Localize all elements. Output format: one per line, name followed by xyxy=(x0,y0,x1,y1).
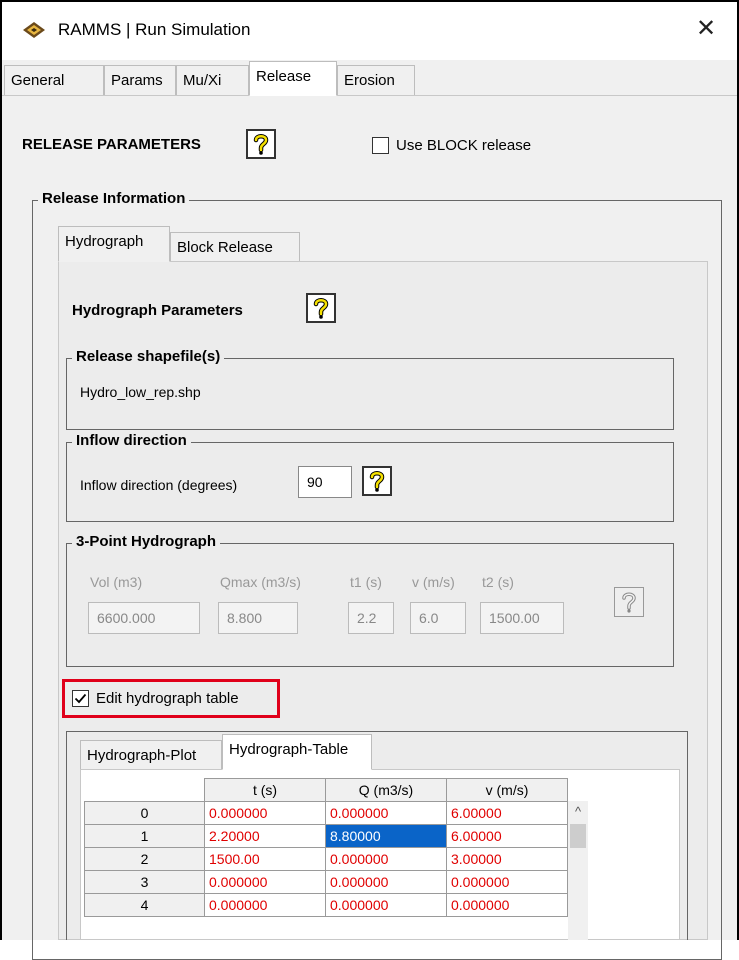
table-cell[interactable]: 0.000000 xyxy=(325,870,447,894)
use-block-release-label: Use BLOCK release xyxy=(396,137,532,154)
help-question-icon xyxy=(622,592,636,613)
table-cell[interactable]: 0.000000 xyxy=(446,870,568,894)
t2-input[interactable]: 1500.00 xyxy=(480,602,564,634)
column-header-q[interactable]: Q (m3/s) xyxy=(325,778,447,802)
close-button[interactable]: ✕ xyxy=(688,14,724,44)
table-cell[interactable]: 0.000000 xyxy=(325,847,447,871)
v-label: v (m/s) xyxy=(412,574,455,590)
table-cell[interactable]: 1500.00 xyxy=(204,847,326,871)
qmax-label: Qmax (m3/s) xyxy=(220,574,301,590)
release-information-legend: Release Information xyxy=(38,190,190,207)
table-cell[interactable]: 0.000000 xyxy=(204,893,326,917)
tab-mu-xi[interactable]: Mu/Xi xyxy=(176,65,249,95)
table-cell[interactable]: 0.000000 xyxy=(325,893,447,917)
t1-label: t1 (s) xyxy=(350,574,382,590)
column-header-t[interactable]: t (s) xyxy=(204,778,326,802)
qmax-input[interactable]: 8.800 xyxy=(218,602,298,634)
table-cell[interactable]: 3.00000 xyxy=(446,847,568,871)
use-block-release-checkbox[interactable] xyxy=(372,137,389,154)
subtab-hydrograph[interactable]: Hydrograph xyxy=(58,226,170,262)
tab-erosion[interactable]: Erosion xyxy=(337,65,415,95)
row-header[interactable]: 3 xyxy=(84,870,205,894)
vol-input[interactable]: 6600.000 xyxy=(88,602,200,634)
vol-label: Vol (m3) xyxy=(90,574,143,590)
table-cell[interactable]: 0.000000 xyxy=(446,893,568,917)
table-cell[interactable]: 6.00000 xyxy=(446,824,568,848)
v-input[interactable]: 6.0 xyxy=(410,602,466,634)
row-header[interactable]: 1 xyxy=(84,824,205,848)
inflow-direction-legend: Inflow direction xyxy=(72,432,191,449)
inflow-direction-input[interactable]: 90 xyxy=(298,466,352,498)
highlight-annotation-box xyxy=(62,679,280,718)
table-cell-selected[interactable]: 8.80000 xyxy=(325,824,447,848)
hydrograph-help-button[interactable] xyxy=(306,293,336,323)
three-point-help-button[interactable] xyxy=(614,587,644,617)
ramms-app-icon xyxy=(22,21,46,42)
subtab-block-release[interactable]: Block Release xyxy=(170,232,300,262)
tab-params[interactable]: Params xyxy=(104,65,176,95)
table-cell[interactable]: 6.00000 xyxy=(446,801,568,825)
row-header[interactable]: 4 xyxy=(84,893,205,917)
t1-input[interactable]: 2.2 xyxy=(348,602,394,634)
release-parameters-heading: RELEASE PARAMETERS xyxy=(22,136,201,153)
hydrograph-parameters-heading: Hydrograph Parameters xyxy=(72,302,243,319)
table-cell[interactable]: 2.20000 xyxy=(204,824,326,848)
row-header[interactable]: 0 xyxy=(84,801,205,825)
table-cell[interactable]: 0.000000 xyxy=(325,801,447,825)
scroll-up-arrow-icon[interactable]: ^ xyxy=(572,805,584,819)
tab-release[interactable]: Release xyxy=(249,61,337,96)
release-help-button[interactable] xyxy=(246,129,276,159)
column-header-v[interactable]: v (m/s) xyxy=(446,778,568,802)
inflow-help-button[interactable] xyxy=(362,466,392,496)
table-scrollbar[interactable] xyxy=(568,801,588,940)
help-question-icon xyxy=(253,134,269,155)
table-cell[interactable]: 0.000000 xyxy=(204,801,326,825)
inflow-direction-label: Inflow direction (degrees) xyxy=(80,477,238,493)
release-shapefile-legend: Release shapefile(s) xyxy=(72,348,225,365)
help-question-icon xyxy=(313,298,329,319)
scrollbar-thumb[interactable] xyxy=(570,824,586,848)
tab-hydrograph-table[interactable]: Hydrograph-Table xyxy=(222,734,372,770)
table-cell[interactable]: 0.000000 xyxy=(204,870,326,894)
tab-general[interactable]: General xyxy=(4,65,104,95)
help-question-icon xyxy=(369,471,385,492)
window-title: RAMMS | Run Simulation xyxy=(58,20,251,39)
shapefile-name: Hydro_low_rep.shp xyxy=(80,384,201,400)
tab-hydrograph-plot[interactable]: Hydrograph-Plot xyxy=(80,740,222,770)
t2-label: t2 (s) xyxy=(482,574,514,590)
three-point-hydrograph-legend: 3-Point Hydrograph xyxy=(72,533,221,550)
row-header[interactable]: 2 xyxy=(84,847,205,871)
